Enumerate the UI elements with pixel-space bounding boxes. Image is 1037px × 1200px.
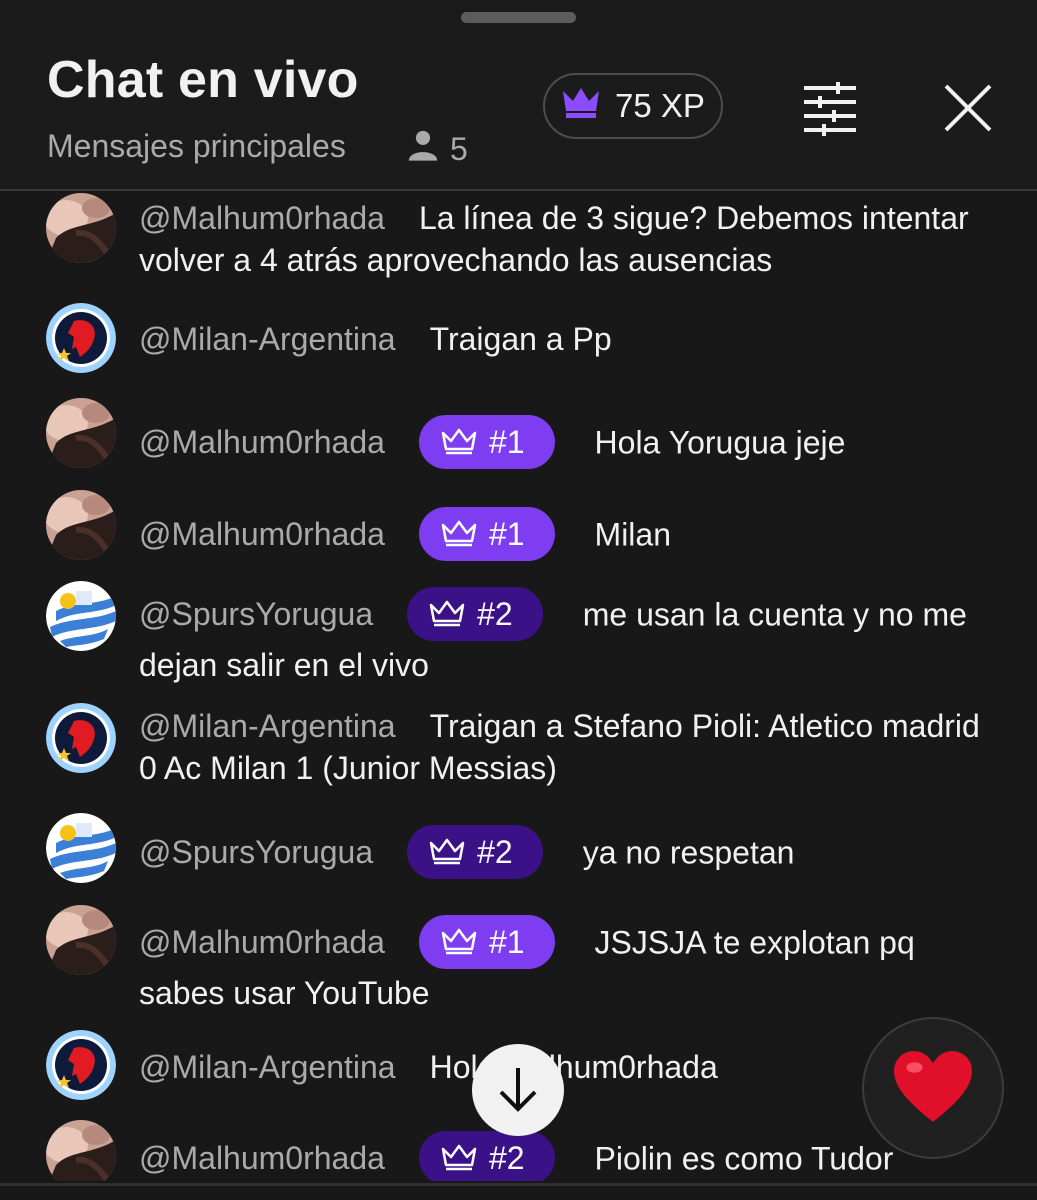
filter-button[interactable] [800, 80, 860, 136]
rank-badge[interactable]: #2 [407, 825, 543, 879]
message-text: Milan [594, 516, 671, 553]
avatar[interactable] [46, 905, 116, 975]
message-body: @SpursYorugua #2 ya no respetan [139, 825, 999, 882]
crown-icon [441, 927, 477, 957]
message-author[interactable]: @Milan-Argentina [139, 708, 396, 744]
scroll-to-bottom-button[interactable] [472, 1044, 564, 1136]
page-title: Chat en vivo [47, 51, 359, 109]
crown-icon [429, 599, 465, 629]
avatar[interactable] [46, 1030, 116, 1100]
message-body: @Malhum0rhada #1 Hola Yorugua jeje [139, 415, 999, 472]
rank-badge[interactable]: #1 [418, 507, 555, 561]
reaction-button[interactable] [862, 1017, 1004, 1159]
close-button[interactable] [942, 82, 994, 134]
message-author[interactable]: @SpursYorugua [139, 834, 373, 870]
live-chat-sheet: Chat en vivo Mensajes principales 5 75 X… [0, 0, 1037, 1200]
avatar[interactable] [46, 1120, 116, 1181]
rank-badge[interactable]: #2 [418, 1131, 555, 1181]
viewer-count-value: 5 [450, 130, 468, 167]
message-author[interactable]: @Milan-Argentina [139, 321, 396, 357]
message-body: @SpursYorugua #2 me usan la cuenta y no me… [139, 587, 999, 686]
avatar[interactable] [46, 490, 116, 560]
crown-icon [441, 427, 477, 457]
rank-badge-label: #1 [488, 424, 525, 460]
avatar[interactable] [46, 303, 116, 373]
chat-mode-selector[interactable]: Mensajes principales [47, 128, 346, 165]
avatar[interactable] [46, 398, 116, 468]
drag-handle[interactable] [461, 12, 576, 23]
message-text: Piolin es como Tudor [594, 1140, 894, 1177]
chat-header: Chat en vivo Mensajes principales 5 75 X… [0, 0, 1037, 190]
bottom-divider [0, 1183, 1037, 1186]
crown-icon [441, 1143, 477, 1173]
rank-badge[interactable]: #2 [407, 587, 543, 641]
filter-sliders-icon [800, 82, 860, 139]
message-body: @Milan-Argentina Traigan a Stefano Pioli:… [139, 705, 999, 789]
message-author[interactable]: @Malhum0rhada [139, 924, 385, 960]
avatar[interactable] [46, 193, 116, 263]
rank-badge[interactable]: #1 [418, 415, 555, 469]
rank-badge-label: #2 [477, 596, 513, 632]
message-author[interactable]: @Milan-Argentina [139, 1049, 396, 1085]
crown-icon [441, 519, 477, 549]
message-author[interactable]: @Malhum0rhada [139, 516, 385, 552]
avatar[interactable] [46, 703, 116, 773]
rank-badge-label: #2 [488, 1140, 525, 1176]
message-text: ya no respetan [582, 834, 795, 871]
rank-badge-label: #1 [488, 924, 525, 960]
close-icon [942, 84, 994, 137]
crown-icon [561, 85, 601, 127]
message-text: Traigan a Pp [429, 321, 612, 357]
crown-icon [429, 837, 465, 867]
chat-message-list[interactable]: @Malhum0rhada La línea de 3 sigue? Debemo… [0, 191, 1037, 1181]
message-author[interactable]: @SpursYorugua [139, 596, 373, 632]
xp-label: 75 XP [615, 87, 705, 124]
heart-icon [892, 1050, 974, 1127]
message-body: @Malhum0rhada #2 Piolin es como Tudor [139, 1131, 999, 1181]
rank-badge-label: #1 [488, 516, 525, 552]
message-body: @Malhum0rhada #1 JSJSJA te explotan pq sab… [139, 915, 999, 1014]
person-icon [406, 128, 440, 170]
rank-badge[interactable]: #1 [418, 915, 555, 969]
message-author[interactable]: @Malhum0rhada [139, 1140, 385, 1176]
avatar[interactable] [46, 813, 116, 883]
message-author[interactable]: @Malhum0rhada [139, 424, 385, 460]
xp-button[interactable]: 75 XP [543, 73, 723, 139]
message-author[interactable]: @Malhum0rhada [139, 200, 385, 236]
arrow-down-icon [493, 1064, 543, 1117]
message-body: @Malhum0rhada #1 Milan [139, 507, 999, 564]
message-text: Hola Yorugua jeje [594, 424, 846, 461]
message-body: @Malhum0rhada La línea de 3 sigue? Debemo… [139, 197, 999, 281]
rank-badge-label: #2 [477, 834, 513, 870]
viewer-count: 5 [406, 128, 468, 170]
message-body: @Milan-Argentina Traigan a Pp [139, 318, 999, 360]
avatar[interactable] [46, 581, 116, 651]
